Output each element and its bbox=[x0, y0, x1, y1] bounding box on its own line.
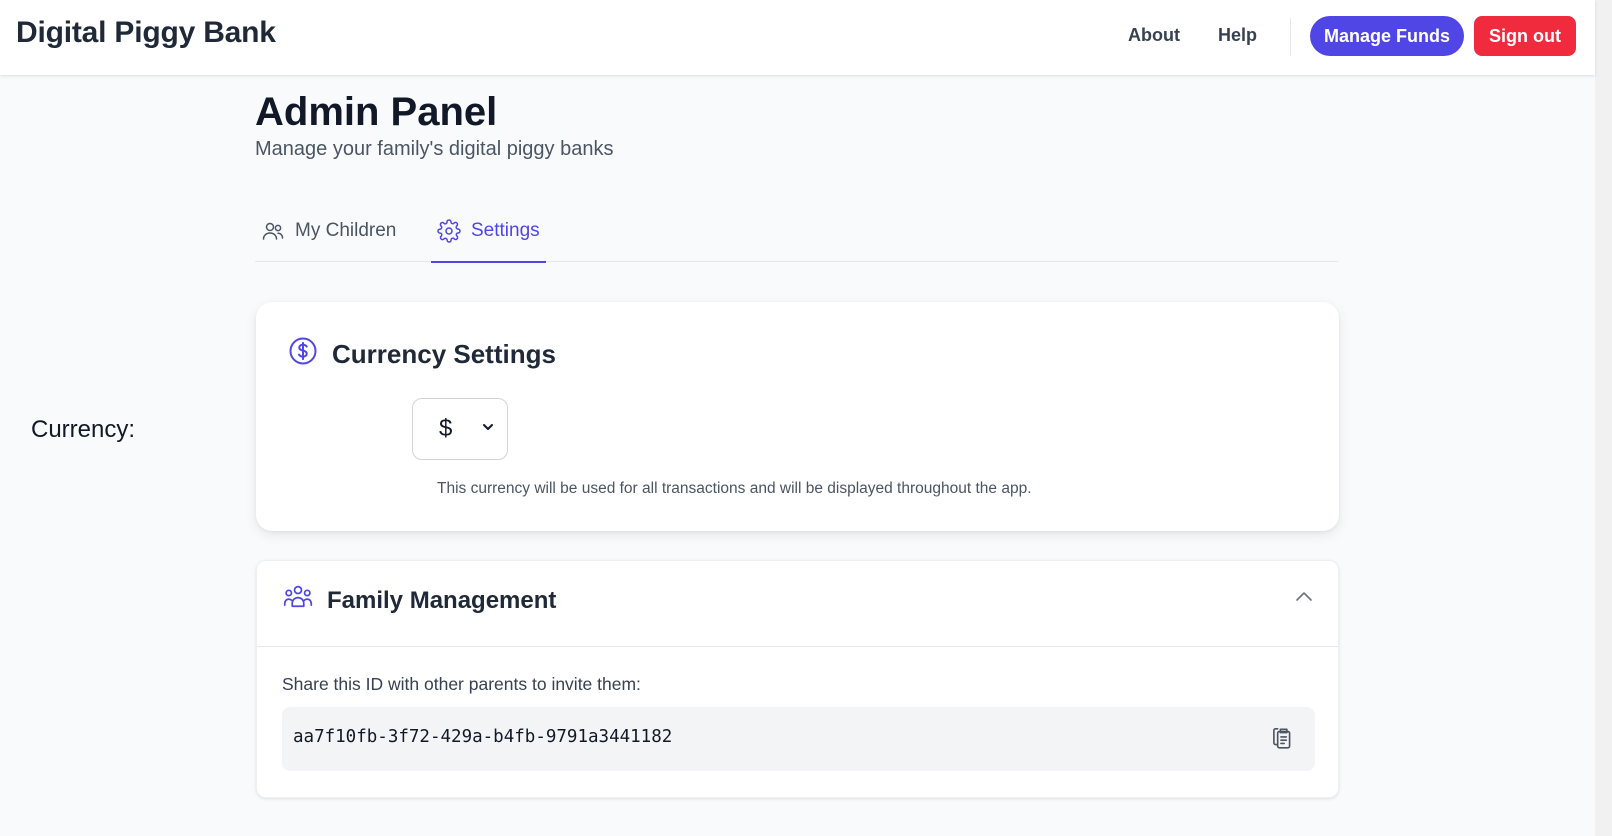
tab-settings-label: Settings bbox=[471, 220, 540, 241]
users-icon bbox=[261, 219, 285, 243]
currency-settings-heading: Currency Settings bbox=[288, 336, 556, 373]
nav-about-link[interactable]: About bbox=[1128, 25, 1180, 46]
admin-tabs: My Children Settings bbox=[255, 200, 1338, 263]
page-scrollbar[interactable] bbox=[1595, 0, 1612, 836]
chevron-up-icon[interactable] bbox=[1294, 587, 1314, 612]
family-icon bbox=[283, 583, 313, 618]
copy-icon[interactable] bbox=[1269, 725, 1295, 756]
tab-settings[interactable]: Settings bbox=[431, 200, 546, 263]
family-divider bbox=[257, 646, 1338, 647]
sign-out-button[interactable]: Sign out bbox=[1474, 16, 1576, 56]
nav-divider bbox=[1290, 18, 1291, 56]
currency-settings-title: Currency Settings bbox=[332, 339, 556, 369]
family-id-text[interactable]: aa7f10fb-3f72-429a-b4fb-9791a3441182 bbox=[293, 727, 672, 747]
gear-icon bbox=[437, 219, 461, 243]
brand-title[interactable]: Digital Piggy Bank bbox=[16, 16, 276, 50]
tab-my-children[interactable]: My Children bbox=[261, 200, 396, 262]
manage-funds-button[interactable]: Manage Funds bbox=[1310, 16, 1464, 56]
family-management-title: Family Management bbox=[327, 586, 557, 614]
currency-selected-value: $ bbox=[439, 415, 453, 442]
family-share-label: Share this ID with other parents to invi… bbox=[282, 674, 641, 694]
chevron-down-icon bbox=[481, 420, 495, 439]
currency-hint: This currency will be used for all trans… bbox=[437, 480, 1032, 497]
family-management-heading[interactable]: Family Management bbox=[283, 583, 556, 618]
page-subtitle: Manage your family's digital piggy banks bbox=[255, 138, 614, 160]
top-nav-bar: Digital Piggy Bank About Help Manage Fun… bbox=[0, 0, 1595, 75]
dollar-circle-icon bbox=[288, 336, 318, 373]
page-title: Admin Panel bbox=[255, 90, 498, 134]
family-id-box: aa7f10fb-3f72-429a-b4fb-9791a3441182 bbox=[282, 707, 1315, 771]
nav-help-link[interactable]: Help bbox=[1218, 25, 1257, 46]
currency-label: Currency: bbox=[31, 416, 136, 443]
tab-my-children-label: My Children bbox=[295, 220, 397, 241]
currency-select[interactable]: $ bbox=[412, 398, 508, 460]
family-management-card: Family Management Share this ID with oth… bbox=[256, 560, 1339, 798]
